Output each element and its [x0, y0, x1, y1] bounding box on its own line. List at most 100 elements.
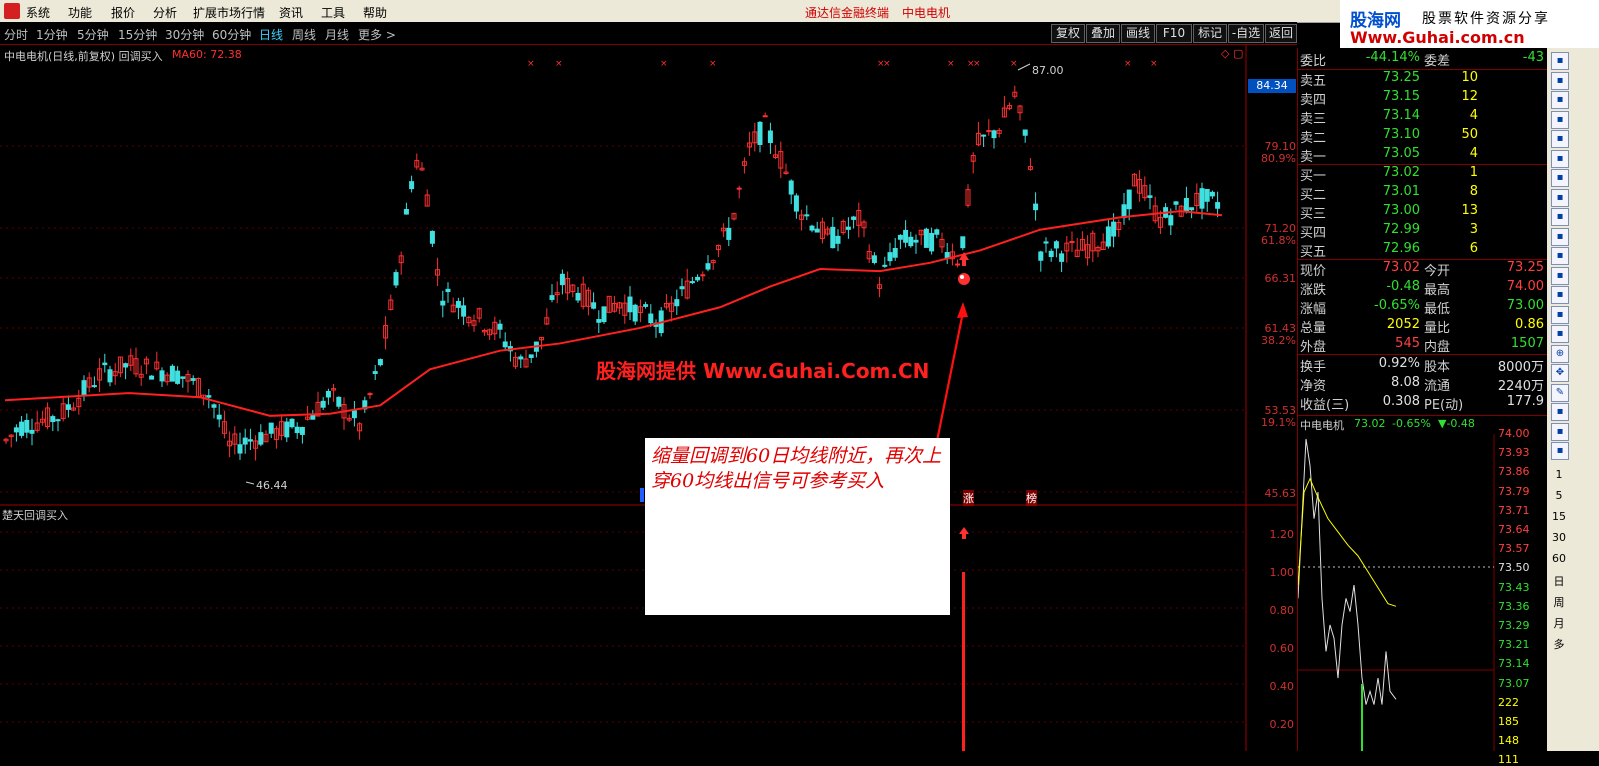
menu-analysis[interactable]: 分析 [153, 4, 177, 21]
buy-order-row[interactable]: 买一 73.02 1 [1298, 165, 1548, 184]
top-marker: × [527, 59, 535, 69]
move-icon[interactable]: ✥ [1551, 364, 1569, 382]
candle-body [814, 228, 820, 233]
menu-system[interactable]: 系统 [26, 4, 50, 21]
candle-body [1033, 203, 1039, 211]
period-shortcut[interactable]: 60 [1549, 552, 1569, 565]
f5-icon[interactable]: ▪ [1551, 422, 1569, 441]
side-icon-bar: ▪ ▪ ▪ ▪ ▪ ▪ ▪ ▪ ▪ ▪ ▪ ▪ ▪ ▪ ▪ ⊕ ✥ ✎ ▪ ▪ ▪ 1 5 15 30 60 日周月多 [1547, 48, 1599, 751]
candle-body [19, 421, 25, 436]
sell-order-row[interactable]: 卖五 73.25 10 [1298, 70, 1548, 89]
candle-body [913, 239, 919, 243]
watchlist-button[interactable]: -自选 [1228, 24, 1264, 43]
sell-order-row[interactable]: 卖三 73.14 4 [1298, 108, 1548, 127]
candle-body [674, 299, 680, 307]
candle-body [65, 404, 71, 410]
candle-body [1105, 226, 1111, 247]
candle-body [497, 323, 503, 330]
kline-chart[interactable]: × × × × ×× × ×× × × × [0, 44, 1297, 751]
indicator-marker [640, 488, 644, 502]
candle-body [726, 227, 732, 240]
f2-icon[interactable]: ▪ [1551, 227, 1569, 246]
quote-panel: 委比 -44.14% 委差 -43 卖五 73.25 10 卖四 73.15 12… [1297, 48, 1548, 766]
candle-body [788, 180, 794, 195]
period-tab-monthly[interactable]: 月线 [325, 26, 349, 43]
sell-order-row[interactable]: 卖四 73.15 12 [1298, 89, 1548, 108]
period-shortcut[interactable]: 15 [1549, 510, 1569, 523]
buy-order-row[interactable]: 买三 73.00 13 [1298, 203, 1548, 222]
top-marker: × [1010, 59, 1018, 69]
sell-order-row[interactable]: 卖二 73.10 50 [1298, 127, 1548, 146]
back-button[interactable]: 返回 [1265, 24, 1297, 43]
period-tab-more[interactable]: 更多 > [358, 26, 396, 43]
candle-body [1043, 241, 1049, 244]
menu-tools[interactable]: 工具 [321, 4, 345, 21]
f3-icon[interactable]: ▪ [1551, 266, 1569, 285]
candle-body [81, 380, 87, 396]
candle-body [206, 395, 212, 398]
top-marker: × [947, 59, 955, 69]
mini-axis-label: 73.93 [1498, 446, 1530, 460]
news-icon[interactable]: ▪ [1551, 149, 1569, 168]
candle-body [830, 226, 836, 249]
mark-button[interactable]: 标记 [1193, 24, 1227, 43]
line-icon[interactable]: ▪ [1551, 130, 1569, 148]
candle-body [169, 365, 175, 382]
candle-icon[interactable]: ▪ [1551, 286, 1569, 304]
menu-help[interactable]: 帮助 [363, 4, 387, 21]
period-shortcut[interactable]: 周 [1549, 594, 1569, 610]
period-tab-5min[interactable]: 5分钟 [77, 26, 109, 43]
info-icon[interactable]: ▪ [1551, 169, 1569, 187]
draw-line-button[interactable]: 画线 [1121, 24, 1155, 43]
period-tab-60min[interactable]: 60分钟 [212, 26, 251, 43]
zoom-icon[interactable]: ⊕ [1551, 344, 1569, 363]
menu-function[interactable]: 功能 [68, 4, 92, 21]
overlay-button[interactable]: 叠加 [1086, 24, 1120, 43]
buy-order-row[interactable]: 买五 72.96 6 [1298, 241, 1548, 260]
adjust-button[interactable]: 复权 [1051, 24, 1085, 43]
f6-icon[interactable]: ▪ [1551, 442, 1569, 460]
menu-extended-market[interactable]: 扩展市场行情 [193, 4, 265, 21]
f10-button[interactable]: F10 [1156, 24, 1192, 43]
period-shortcut[interactable]: 日 [1549, 573, 1569, 589]
period-tab-1min[interactable]: 1分钟 [36, 26, 68, 43]
buy-order-row[interactable]: 买二 73.01 8 [1298, 184, 1548, 203]
candle-body [1204, 188, 1210, 202]
menu-news[interactable]: 资讯 [279, 4, 303, 21]
pencil-icon[interactable]: ✎ [1551, 383, 1569, 402]
scroll-up-icon[interactable]: ▪ [1551, 52, 1569, 70]
buy-order-row[interactable]: 买四 72.99 3 [1298, 222, 1548, 241]
high-pointer [1017, 63, 1031, 71]
stat-row: 净资 8.08 流通 2240万 [1300, 375, 1544, 394]
period-tab-weekly[interactable]: 周线 [292, 26, 316, 43]
bar-icon[interactable]: ▪ [1551, 110, 1569, 129]
candle-body [1038, 251, 1044, 261]
candle-body [367, 393, 373, 396]
candle-body [29, 429, 35, 434]
menu-quote[interactable]: 报价 [111, 4, 135, 21]
candle-body [237, 444, 243, 454]
period-tab-30min[interactable]: 30分钟 [165, 26, 204, 43]
period-shortcut[interactable]: 月 [1549, 615, 1569, 631]
candle-body [575, 292, 581, 301]
period-shortcut[interactable]: 多 [1549, 636, 1569, 652]
table-icon[interactable]: ▪ [1551, 188, 1569, 207]
volume-icon[interactable]: ▪ [1551, 305, 1569, 324]
candle-body [1126, 189, 1132, 210]
period-tab-timeshare[interactable]: 分时 [4, 26, 28, 43]
mini-axis-label: 148 [1498, 734, 1519, 748]
rsi-icon[interactable]: ▪ [1551, 325, 1569, 343]
period-shortcut[interactable]: 5 [1549, 489, 1569, 502]
period-shortcut[interactable]: 1 [1549, 468, 1569, 481]
compare-icon[interactable]: ▪ [1551, 208, 1569, 226]
period-shortcut[interactable]: 30 [1549, 531, 1569, 544]
grid-icon[interactable]: ▪ [1551, 71, 1569, 90]
period-tab-15min[interactable]: 15分钟 [118, 26, 157, 43]
sell-order-row[interactable]: 卖一 73.05 4 [1298, 146, 1548, 165]
annotation-box: 缩量回调到60日均线附近，再次上穿60均线出信号可参考买入 [645, 438, 950, 615]
chart-icon[interactable]: ▪ [1551, 91, 1569, 109]
period-tab-daily[interactable]: 日线 [259, 26, 283, 43]
search-icon[interactable]: ▪ [1551, 247, 1569, 265]
list-icon[interactable]: ▪ [1551, 403, 1569, 421]
candle-body [591, 302, 597, 309]
